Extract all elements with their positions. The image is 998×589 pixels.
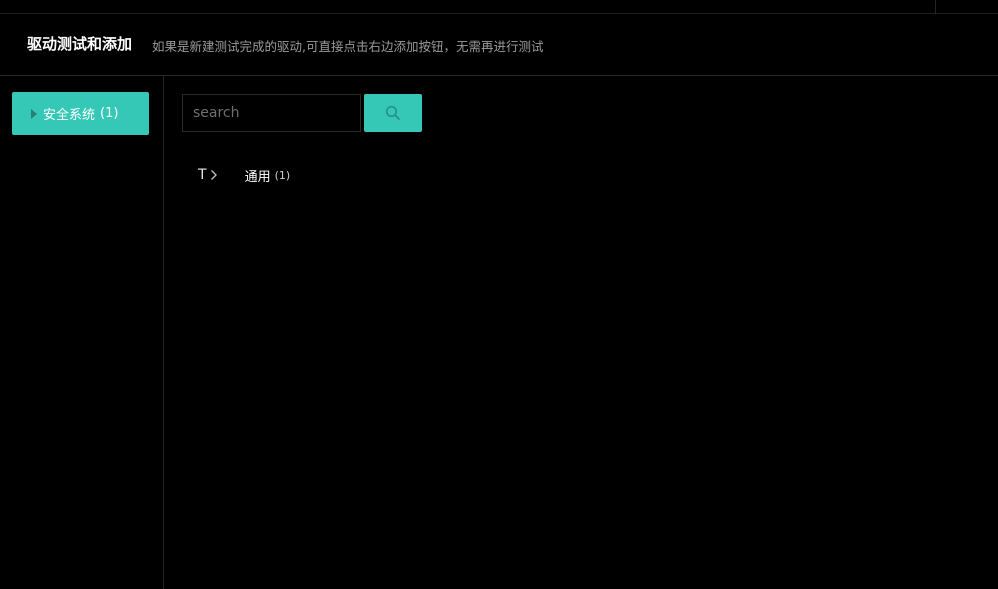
page-subtitle: 如果是新建测试完成的驱动,可直接点击右边添加按钮，无需再进行测试 <box>152 39 544 54</box>
sidebar-item-security-system[interactable]: 安全系统 (1) <box>12 92 149 135</box>
search-icon <box>385 105 400 120</box>
main-content: T 通用 (1) <box>165 76 998 589</box>
caret-right-icon <box>31 108 37 119</box>
category-count: (1) <box>274 168 291 182</box>
search-input[interactable] <box>182 94 361 132</box>
chevron-right-icon[interactable] <box>210 169 218 181</box>
page-title: 驱动测试和添加 <box>27 35 133 53</box>
sidebar-item-label: 安全系统 <box>43 108 96 123</box>
sidebar: 安全系统 (1) <box>0 76 164 589</box>
sidebar-item-count: (1) <box>100 106 119 121</box>
type-letter: T <box>198 167 207 183</box>
category-row-general[interactable]: T 通用 (1) <box>198 164 290 186</box>
top-bar-divider <box>935 0 936 13</box>
search-button[interactable] <box>364 94 422 132</box>
app-root: 驱动测试和添加 如果是新建测试完成的驱动,可直接点击右边添加按钮，无需再进行测试… <box>0 0 998 589</box>
page-header: 驱动测试和添加 如果是新建测试完成的驱动,可直接点击右边添加按钮，无需再进行测试 <box>0 14 998 76</box>
category-label: 通用 <box>244 169 271 185</box>
top-bar <box>0 0 998 14</box>
